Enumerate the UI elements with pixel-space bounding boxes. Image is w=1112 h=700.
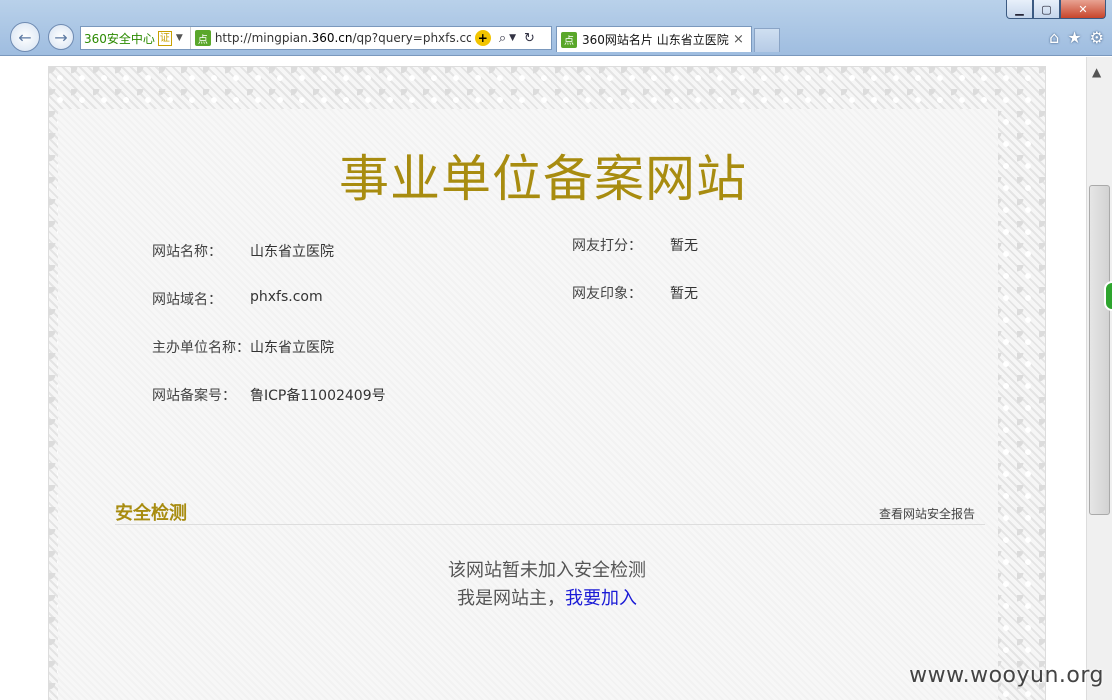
- vertical-scrollbar[interactable]: ▲: [1086, 57, 1112, 700]
- tab-active[interactable]: 点 360网站名片 山东省立医院 ×: [556, 26, 752, 52]
- toolbar-icons: ⌂ ★ ⚙: [1049, 28, 1104, 47]
- favorites-star-icon[interactable]: ★: [1067, 28, 1081, 47]
- field-site-name: 网站名称： 山东省立医院: [152, 241, 334, 261]
- field-value: 鲁ICP备11002409号: [250, 388, 386, 404]
- security-message: 该网站暂未加入安全检测 我是网站主，我要加入: [0, 557, 1086, 613]
- url-text[interactable]: http://mingpian.360.cn/qp?query=phxfs.co…: [215, 31, 471, 45]
- site-favicon-icon: 点: [194, 30, 211, 46]
- home-icon[interactable]: ⌂: [1049, 28, 1059, 47]
- browser-chrome: ▁ ▢ ✕ ← → 360安全中心 证 ▼ 点 http://mingpian.…: [0, 0, 1112, 56]
- field-label: 网友打分：: [572, 238, 642, 254]
- field-user-impression: 网友印象： 暂无: [572, 283, 698, 303]
- field-label: 网站域名：: [152, 292, 222, 308]
- security-zone[interactable]: 360安全中心 证 ▼: [81, 27, 191, 49]
- new-tab-button[interactable]: [754, 28, 780, 52]
- owner-join-line: 我是网站主，我要加入: [0, 585, 1086, 613]
- field-label: 网站名称：: [152, 244, 222, 260]
- page-viewport: 事业单位备案网站 网站名称： 山东省立医院 网站域名： phxfs.com 主办…: [0, 57, 1086, 700]
- back-arrow-icon: ←: [18, 27, 32, 47]
- join-link[interactable]: 我要加入: [565, 588, 637, 609]
- field-icp-number: 网站备案号： 鲁ICP备11002409号: [152, 385, 386, 405]
- maximize-button[interactable]: ▢: [1033, 0, 1060, 19]
- watermark-text: www.wooyun.org: [909, 663, 1104, 688]
- security-section-header: 安全检测 查看网站安全报告: [115, 499, 985, 525]
- field-value: phxfs.com: [250, 289, 323, 305]
- gear-icon[interactable]: ⚙: [1090, 28, 1104, 47]
- security-section-title: 安全检测: [115, 503, 187, 524]
- security-report-link[interactable]: 查看网站安全报告: [879, 505, 975, 522]
- security-status-text: 该网站暂未加入安全检测: [448, 560, 646, 581]
- floating-widget-icon[interactable]: [1104, 281, 1112, 311]
- forward-button[interactable]: →: [48, 24, 74, 50]
- scrollbar-thumb[interactable]: [1089, 185, 1110, 515]
- chevron-down-icon[interactable]: ▼: [176, 33, 183, 43]
- search-icon[interactable]: ⌕: [499, 31, 506, 46]
- tab-close-icon[interactable]: ×: [733, 32, 751, 47]
- forward-arrow-icon: →: [54, 27, 68, 47]
- scroll-up-icon[interactable]: ▲: [1092, 65, 1101, 79]
- owner-prefix-text: 我是网站主，: [457, 588, 565, 609]
- field-label: 网友印象：: [572, 286, 642, 302]
- field-organizer: 主办单位名称： 山东省立医院: [152, 337, 334, 357]
- field-value: 暂无: [670, 238, 698, 254]
- back-button[interactable]: ←: [10, 22, 40, 52]
- field-label: 网站备案号：: [152, 388, 236, 404]
- search-dropdown-icon[interactable]: ▼: [509, 33, 516, 43]
- add-favorite-icon[interactable]: +: [474, 30, 491, 46]
- tab-title: 360网站名片 山东省立医院: [582, 33, 729, 47]
- field-value: 山东省立医院: [250, 340, 334, 356]
- refresh-icon[interactable]: ↻: [524, 31, 535, 46]
- cert-badge-icon: 证: [157, 30, 172, 46]
- close-window-button[interactable]: ✕: [1060, 0, 1106, 19]
- field-site-domain: 网站域名： phxfs.com: [152, 289, 323, 309]
- page-title: 事业单位备案网站: [339, 150, 747, 208]
- field-label: 主办单位名称：: [152, 340, 250, 356]
- field-user-rating: 网友打分： 暂无: [572, 235, 698, 255]
- window-controls: ▁ ▢ ✕: [1006, 0, 1106, 19]
- tab-favicon-icon: 点: [561, 31, 577, 48]
- address-bar[interactable]: 360安全中心 证 ▼ 点 http://mingpian.360.cn/qp?…: [80, 26, 552, 50]
- zone-label: 360安全中心: [84, 31, 155, 46]
- field-value: 暂无: [670, 286, 698, 302]
- field-value: 山东省立医院: [250, 244, 334, 260]
- minimize-button[interactable]: ▁: [1006, 0, 1033, 19]
